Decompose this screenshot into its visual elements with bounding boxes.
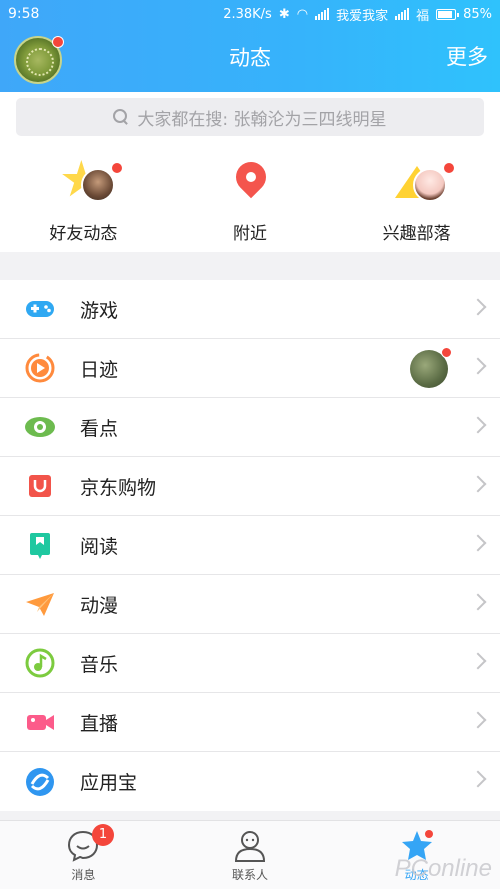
paper-plane-icon bbox=[24, 588, 56, 620]
status-right: 2.38K/s ✱ ◠ 我爱我家 福 85% bbox=[223, 5, 492, 24]
chevron-right-icon bbox=[469, 770, 487, 788]
feature-list: 游戏 日迹 看点 京东购物 阅读 动漫 音乐 直播 应用宝 bbox=[0, 280, 500, 811]
carrier-name: 我爱我家 bbox=[336, 8, 389, 24]
chevron-right-icon bbox=[469, 652, 487, 670]
list-item-label: 日迹 bbox=[80, 358, 119, 381]
music-note-icon bbox=[24, 647, 56, 679]
search-input[interactable]: 大家都在搜: 张翰沦为三四线明星 bbox=[16, 98, 484, 136]
daily-trace-dot bbox=[441, 347, 452, 358]
shortcut-label: 兴趣部落 bbox=[382, 224, 451, 244]
list-item-label: 应用宝 bbox=[80, 772, 138, 794]
friends-star-icon bbox=[53, 158, 124, 208]
list-item-label: 阅读 bbox=[80, 535, 119, 558]
battery-icon bbox=[436, 8, 460, 20]
top-header: 9:58 2.38K/s ✱ ◠ 我爱我家 福 85% 动态 更多 bbox=[0, 0, 500, 92]
more-button[interactable]: 更多 bbox=[446, 41, 488, 71]
signal-icon bbox=[315, 8, 330, 20]
chevron-right-icon bbox=[469, 475, 487, 493]
list-item-label: 动漫 bbox=[80, 594, 119, 617]
video-camera-icon bbox=[24, 706, 56, 738]
search-icon bbox=[113, 109, 129, 125]
tab-messages[interactable]: 1 消息 bbox=[0, 821, 167, 889]
friends-feed-dot bbox=[111, 162, 124, 174]
bookmark-icon bbox=[24, 529, 56, 561]
list-item-highlights[interactable]: 看点 bbox=[0, 398, 500, 457]
search-placeholder: 大家都在搜: 张翰沦为三四线明星 bbox=[137, 109, 387, 130]
status-time: 9:58 bbox=[8, 6, 40, 22]
shopping-bag-icon bbox=[24, 470, 56, 502]
list-item-label: 音乐 bbox=[80, 653, 119, 676]
battery-level: 85% bbox=[463, 6, 492, 22]
list-item-live[interactable]: 直播 bbox=[0, 693, 500, 752]
chevron-right-icon bbox=[469, 416, 487, 434]
tribe-dot bbox=[442, 162, 455, 174]
list-item-app-store[interactable]: 应用宝 bbox=[0, 752, 500, 811]
list-item-daily-trace[interactable]: 日迹 bbox=[0, 339, 500, 398]
watermark-text: PConline bbox=[394, 855, 493, 882]
search-area: 大家都在搜: 张翰沦为三四线明星 bbox=[0, 92, 500, 144]
shortcut-label: 附近 bbox=[233, 224, 267, 244]
tab-feed[interactable]: 动态 PConline bbox=[333, 821, 500, 889]
list-item-jd-shopping[interactable]: 京东购物 bbox=[0, 457, 500, 516]
title-bar: 动态 更多 bbox=[0, 28, 500, 92]
bottom-tab-bar: 1 消息 联系人 动态 PConline bbox=[0, 820, 500, 889]
person-icon bbox=[233, 829, 267, 863]
tribe-tent-icon bbox=[387, 158, 455, 208]
shortcut-interest-tribe[interactable]: 兴趣部落 bbox=[333, 144, 500, 252]
chevron-right-icon bbox=[469, 357, 487, 375]
messages-badge: 1 bbox=[92, 824, 114, 846]
signal-icon-2 bbox=[395, 8, 410, 20]
daily-trace-thumbnail bbox=[410, 347, 452, 388]
list-item-label: 看点 bbox=[80, 417, 119, 440]
list-item-label: 直播 bbox=[80, 712, 119, 735]
list-item-label: 京东购物 bbox=[80, 476, 157, 499]
chevron-right-icon bbox=[469, 593, 487, 611]
status-bar: 9:58 2.38K/s ✱ ◠ 我爱我家 福 85% bbox=[0, 0, 500, 28]
bluetooth-icon: ✱ bbox=[278, 6, 290, 22]
list-item-reading[interactable]: 阅读 bbox=[0, 516, 500, 575]
page-title: 动态 bbox=[229, 46, 271, 70]
app-store-icon bbox=[24, 766, 56, 798]
shortcut-friends-feed[interactable]: 好友动态 bbox=[0, 144, 167, 252]
location-pin-icon bbox=[220, 155, 280, 208]
play-circle-icon bbox=[24, 352, 56, 384]
gamepad-icon bbox=[24, 293, 56, 325]
list-item-music[interactable]: 音乐 bbox=[0, 634, 500, 693]
shortcut-label: 好友动态 bbox=[49, 224, 118, 244]
tab-contacts[interactable]: 联系人 bbox=[167, 821, 334, 889]
chevron-right-icon bbox=[469, 298, 487, 316]
list-item-label: 游戏 bbox=[80, 299, 119, 322]
carrier-extra: 福 bbox=[416, 8, 430, 24]
shortcut-nearby[interactable]: 附近 bbox=[167, 144, 334, 252]
network-speed: 2.38K/s bbox=[223, 6, 272, 22]
chevron-right-icon bbox=[469, 711, 487, 729]
list-item-game[interactable]: 游戏 bbox=[0, 280, 500, 339]
eye-icon bbox=[24, 411, 56, 443]
chevron-right-icon bbox=[469, 534, 487, 552]
wifi-icon: ◠ bbox=[296, 6, 309, 22]
list-item-anime[interactable]: 动漫 bbox=[0, 575, 500, 634]
tab-label: 联系人 bbox=[232, 868, 269, 882]
shortcut-bar: 好友动态 附近 兴趣部落 bbox=[0, 144, 500, 252]
tab-label: 消息 bbox=[71, 868, 96, 882]
